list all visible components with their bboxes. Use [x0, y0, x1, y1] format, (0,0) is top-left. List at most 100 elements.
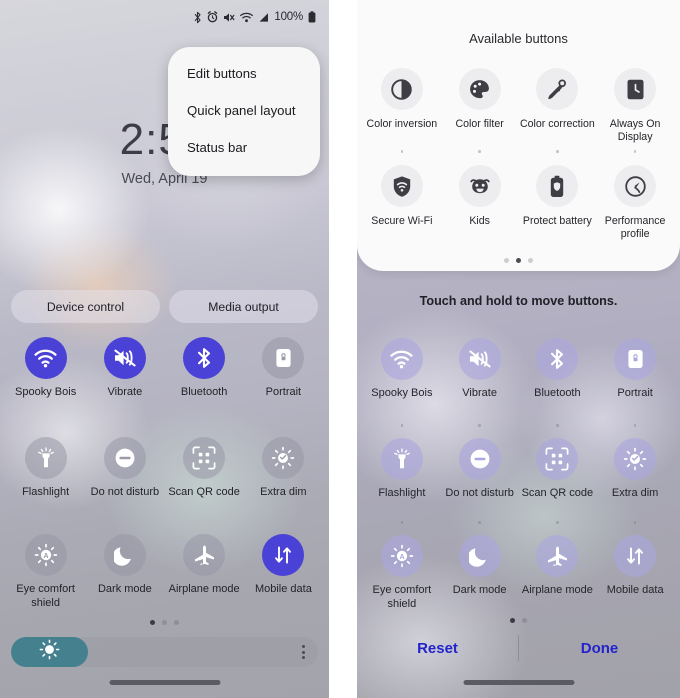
edit-toggle-mobile-data[interactable]: Mobile data: [596, 535, 674, 612]
page-dot[interactable]: [150, 620, 155, 625]
lock-rotate-icon: [614, 338, 657, 380]
toggle-mobile-data[interactable]: Mobile data: [244, 534, 323, 611]
toggle-label: Do not disturb: [90, 486, 160, 498]
vibrate-icon: [103, 337, 146, 379]
more-options-icon[interactable]: [302, 645, 305, 659]
edit-hint-text: Touch and hold to move buttons.: [419, 294, 618, 308]
mute-icon: [223, 12, 235, 23]
toggle-bluetooth[interactable]: Bluetooth: [165, 337, 244, 400]
available-secure-wifi[interactable]: Secure Wi-Fi: [363, 165, 441, 241]
toggle-row-2: Flashlight Do not disturb Scan QR code E…: [6, 437, 323, 500]
brightness-fill: [11, 637, 88, 667]
page-dot[interactable]: [522, 618, 527, 623]
available-kids[interactable]: Kids: [441, 165, 519, 241]
lock-rotate-icon: [262, 337, 305, 379]
left-phone-panel: 100% 2:51 Wed, April 19 Edit buttons Qui…: [0, 0, 329, 698]
available-performance-profile[interactable]: Performance profile: [596, 165, 674, 241]
toggle-label: Bluetooth: [534, 387, 581, 399]
edit-toggle-portrait[interactable]: Portrait: [596, 338, 674, 401]
toggle-flashlight[interactable]: Flashlight: [6, 437, 85, 500]
available-label: Kids: [469, 215, 490, 227]
device-control-button[interactable]: Device control: [11, 290, 160, 323]
screenshot-stage: 100% 2:51 Wed, April 19 Edit buttons Qui…: [0, 0, 680, 698]
available-label: Color filter: [455, 118, 504, 130]
page-dot[interactable]: [162, 620, 167, 625]
toggle-scan-qr-code[interactable]: Scan QR code: [165, 437, 244, 500]
media-output-button[interactable]: Media output: [169, 290, 318, 323]
available-slot-dots-1: [363, 150, 674, 153]
page-dot[interactable]: [510, 618, 515, 623]
edit-toggle-vibrate[interactable]: Vibrate: [441, 338, 519, 401]
edit-toggle-bluetooth[interactable]: Bluetooth: [519, 338, 597, 401]
toggle-airplane-mode[interactable]: Airplane mode: [165, 534, 244, 611]
toggle-label: Airplane mode: [168, 583, 240, 595]
toggle-label: Extra dim: [260, 486, 307, 498]
toggle-label: Eye comfort shield: [372, 584, 432, 610]
battery-percent-label: 100%: [274, 11, 303, 23]
page-indicator: [0, 620, 329, 625]
page-dot[interactable]: [516, 258, 521, 263]
edit-toggle-airplane-mode[interactable]: Airplane mode: [519, 535, 597, 612]
available-label: Always On Display: [609, 118, 661, 144]
toggle-label: Flashlight: [378, 487, 426, 499]
secure-wifi-icon: [380, 165, 423, 207]
svg-text:A: A: [43, 553, 48, 560]
edit-toggle-spooky-bois[interactable]: Spooky Bois: [363, 338, 441, 401]
toggle-label: Dark mode: [452, 584, 507, 596]
toggle-label: Extra dim: [611, 487, 659, 499]
available-color-inversion[interactable]: Color inversion: [363, 68, 441, 144]
toggle-portrait[interactable]: Portrait: [244, 337, 323, 400]
done-button[interactable]: Done: [519, 640, 680, 657]
page-dot[interactable]: [174, 620, 179, 625]
toggle-extra-dim[interactable]: Extra dim: [244, 437, 323, 500]
toggle-label: Flashlight: [22, 486, 70, 498]
edit-slot-dots-2: [363, 521, 674, 524]
available-always-on-display[interactable]: Always On Display: [596, 68, 674, 144]
edit-toggle-extra-dim[interactable]: Extra dim: [596, 438, 674, 501]
protect-battery-icon: [536, 165, 579, 207]
toggle-vibrate[interactable]: Vibrate: [85, 337, 164, 400]
menu-item-status-bar[interactable]: Status bar: [168, 129, 320, 166]
page-dot[interactable]: [528, 258, 533, 263]
toggle-label: Bluetooth: [180, 386, 228, 398]
battery-icon: [308, 11, 316, 23]
available-label: Color correction: [519, 118, 595, 130]
toggle-label: Portrait: [617, 387, 653, 399]
brightness-icon: [39, 639, 60, 665]
toggle-do-not-disturb[interactable]: Do not disturb: [85, 437, 164, 500]
flashlight-icon: [380, 438, 423, 480]
do-not-disturb-icon: [458, 438, 501, 480]
menu-item-edit-buttons[interactable]: Edit buttons: [168, 55, 320, 92]
available-label: Performance profile: [604, 215, 666, 241]
home-indicator[interactable]: [109, 680, 220, 685]
always-on-display-icon: [614, 68, 657, 110]
qr-code-icon: [536, 438, 579, 480]
available-color-filter[interactable]: Color filter: [441, 68, 519, 144]
available-color-correction[interactable]: Color correction: [519, 68, 597, 144]
kids-icon: [458, 165, 501, 207]
available-buttons-title: Available buttons: [469, 31, 568, 46]
toggle-dark-mode[interactable]: Dark mode: [85, 534, 164, 611]
airplane-icon: [536, 535, 579, 577]
edit-toggle-eye-comfort-shield[interactable]: A Eye comfort shield: [363, 535, 441, 612]
menu-item-quick-panel-layout[interactable]: Quick panel layout: [168, 92, 320, 129]
page-dot[interactable]: [504, 258, 509, 263]
brightness-slider[interactable]: [11, 637, 318, 667]
toggle-spooky-bois[interactable]: Spooky Bois: [6, 337, 85, 400]
edit-toggle-scan-qr-code[interactable]: Scan QR code: [519, 438, 597, 501]
alarm-icon: [207, 11, 218, 23]
toggle-eye-comfort-shield[interactable]: A Eye comfort shield: [6, 534, 85, 611]
available-protect-battery[interactable]: Protect battery: [519, 165, 597, 241]
edit-toggle-dark-mode[interactable]: Dark mode: [441, 535, 519, 612]
edit-toggle-flashlight[interactable]: Flashlight: [363, 438, 441, 501]
edit-toggle-do-not-disturb[interactable]: Do not disturb: [441, 438, 519, 501]
qr-code-icon: [183, 437, 226, 479]
toggle-label: Vibrate: [462, 387, 497, 399]
do-not-disturb-icon: [103, 437, 146, 479]
toggle-label: Do not disturb: [445, 487, 514, 499]
wifi-icon: [240, 12, 254, 23]
reset-button[interactable]: Reset: [357, 640, 518, 657]
wifi-icon: [24, 337, 67, 379]
toggle-label: Portrait: [265, 386, 302, 398]
home-indicator[interactable]: [463, 680, 574, 685]
